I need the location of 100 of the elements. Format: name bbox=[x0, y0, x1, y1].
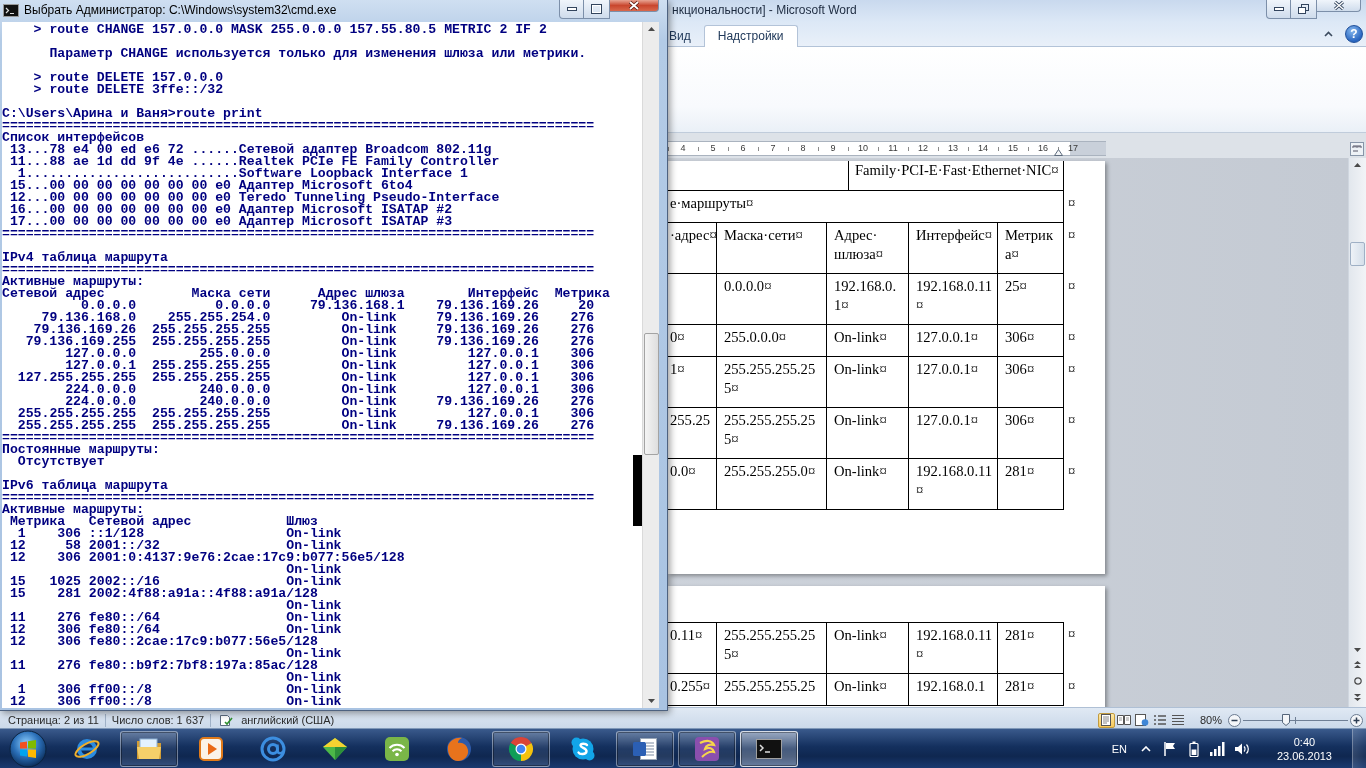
vertical-scrollbar[interactable] bbox=[1348, 158, 1366, 707]
ribbon-tab[interactable]: Надстройки bbox=[703, 25, 798, 47]
show-desktop-button[interactable] bbox=[1352, 729, 1366, 768]
view-button[interactable] bbox=[1169, 712, 1187, 728]
view-button[interactable] bbox=[1151, 712, 1169, 728]
maximize-button[interactable] bbox=[584, 0, 610, 19]
language-indicator[interactable]: английский (США) bbox=[235, 713, 341, 727]
window-title: нкциональности] - Microsoft Word bbox=[672, 2, 857, 19]
lines-icon bbox=[1171, 714, 1186, 726]
speaker-icon[interactable] bbox=[1233, 741, 1250, 756]
console-line: 1 306 ::1/128 On-link bbox=[17, 528, 342, 540]
up-arrow-icon[interactable] bbox=[647, 27, 655, 31]
console-line: =========================================================================== bbox=[2, 228, 595, 240]
console-line: Список интерфейсов bbox=[2, 132, 145, 144]
ruler-icon[interactable] bbox=[1350, 142, 1364, 156]
ruler-number: 11 bbox=[888, 142, 898, 155]
end-of-row-mark: ¤ bbox=[1067, 226, 1076, 245]
circle-icon[interactable] bbox=[1353, 677, 1362, 685]
ruler-number: 14 bbox=[978, 142, 988, 155]
clock-button[interactable]: 0:40 23.06.2013 bbox=[1272, 732, 1336, 765]
console-line: Постоянные маршруты: bbox=[2, 444, 160, 456]
console-line: 11 276 fe80::/64 On-link bbox=[9, 612, 342, 624]
ruler-number: 6 bbox=[740, 142, 746, 155]
view-button[interactable] bbox=[1133, 712, 1151, 728]
end-of-row-mark: ¤ bbox=[1067, 360, 1076, 379]
table-cell: 0.0.0.0¤ bbox=[717, 274, 827, 325]
taskbar-button[interactable] bbox=[740, 730, 798, 767]
book-check-icon[interactable] bbox=[219, 714, 234, 726]
console-line: 15...00 00 00 00 00 00 00 e0 Адаптер Microsoft 6to4 bbox=[9, 180, 413, 192]
minimize-button[interactable] bbox=[1266, 0, 1291, 19]
signal-bars-icon[interactable] bbox=[1210, 741, 1226, 756]
scroll-thumb[interactable] bbox=[1350, 242, 1365, 266]
table-cell: Метрика¤ bbox=[998, 223, 1064, 274]
taskbar-button[interactable] bbox=[616, 730, 674, 767]
triangle-marker-icon[interactable] bbox=[1054, 149, 1063, 156]
zoom-out-icon[interactable] bbox=[1228, 713, 1241, 727]
taskbar-button[interactable] bbox=[678, 730, 736, 767]
at-sign-icon[interactable] bbox=[259, 734, 287, 763]
end-of-row-mark: ¤ bbox=[1067, 194, 1076, 213]
table-cell: 192.168.0.11¤ bbox=[909, 622, 998, 674]
table-cell: On-link¤ bbox=[827, 459, 909, 510]
console-line: 12 306 fe80::2cae:17c9:b077:56e5/128 bbox=[9, 636, 318, 648]
view-button[interactable] bbox=[1115, 712, 1133, 728]
console-line: 224.0.0.0 240.0.0.0 On-link 127.0.0.1 306 bbox=[65, 384, 595, 396]
segmented-circle-icon bbox=[507, 734, 535, 763]
minimize-button[interactable] bbox=[559, 0, 584, 19]
list-icon bbox=[1153, 714, 1168, 726]
battery-icon[interactable] bbox=[1188, 740, 1199, 757]
down-arrow-icon[interactable] bbox=[647, 699, 655, 703]
play-icon[interactable] bbox=[197, 734, 225, 763]
console-line: =========================================================================== bbox=[2, 264, 595, 276]
chevron-up-icon[interactable] bbox=[1324, 31, 1333, 37]
double-down-arrow-icon[interactable] bbox=[1354, 694, 1361, 701]
flag-orb-icon[interactable] bbox=[9, 729, 47, 768]
flag-icon[interactable] bbox=[1163, 741, 1177, 756]
ruler-number: 12 bbox=[918, 142, 928, 155]
end-of-row-mark: ¤ bbox=[1067, 625, 1076, 644]
restore-icon bbox=[1298, 4, 1309, 14]
zoom-level[interactable]: 80% bbox=[1199, 713, 1222, 727]
close-button[interactable] bbox=[1317, 0, 1361, 12]
fox-globe-icon[interactable] bbox=[445, 734, 473, 763]
view-button[interactable] bbox=[1097, 712, 1115, 728]
double-up-arrow-icon[interactable] bbox=[1354, 661, 1361, 668]
close-button[interactable] bbox=[610, 0, 659, 12]
console-line: 255.255.255.255 255.255.255.255 On-link 127.0.0.1 306 bbox=[17, 408, 595, 420]
table-cell: Family·PCI-E·Fast·Ethernet·NIC¤ bbox=[849, 161, 1064, 191]
table-cell: 306¤ bbox=[998, 357, 1064, 408]
scroll-thumb[interactable] bbox=[643, 333, 659, 455]
table-cell: 127.0.0.1¤ bbox=[909, 357, 998, 408]
ruler-number: 7 bbox=[770, 142, 776, 155]
word-count[interactable]: Число слов: 1 637 bbox=[105, 713, 211, 727]
table-cell: 255.255.255.0¤ bbox=[717, 459, 827, 510]
table-cell: 255.255.255.255¤ bbox=[717, 357, 827, 408]
console-line: 255.255.255.255 255.255.255.255 On-link 79.136.169.26 276 bbox=[17, 420, 595, 432]
table-cell: 281¤ bbox=[998, 622, 1064, 674]
console-line: 1...........................Software Loopback Interface 1 bbox=[17, 168, 468, 180]
restore-button[interactable] bbox=[1291, 0, 1317, 19]
wifi-icon[interactable] bbox=[383, 734, 411, 763]
slider-thumb[interactable] bbox=[1282, 714, 1291, 726]
up-arrow-icon[interactable] bbox=[1354, 163, 1361, 167]
console-line: 17...00 00 00 00 00 00 00 e0 Адаптер Microsoft ISATAP #3 bbox=[9, 216, 453, 228]
terminal-icon[interactable] bbox=[3, 4, 19, 17]
zoom-in-icon[interactable] bbox=[1350, 713, 1363, 727]
table-cell: 255.0.0.0¤ bbox=[717, 325, 827, 357]
ruler-number: 17 bbox=[1068, 142, 1078, 155]
console-line: On-link bbox=[286, 672, 342, 684]
page-indicator[interactable]: Страница: 2 из 11 bbox=[2, 713, 105, 727]
console-line: Отсутствует bbox=[17, 456, 105, 468]
language-indicator[interactable]: EN bbox=[1111, 742, 1127, 755]
ruler-number: 15 bbox=[1008, 142, 1018, 155]
console-line: 12 306 fe80::/64 On-link bbox=[9, 624, 342, 636]
taskbar-button[interactable] bbox=[492, 730, 550, 767]
vertical-scrollbar[interactable] bbox=[642, 22, 659, 708]
down-arrow-icon[interactable] bbox=[1354, 648, 1361, 652]
console-line: 13...78 e4 00 ed e6 72 ......Сетевой адаптер Broadcom 802.11g bbox=[9, 144, 492, 156]
console-line: 127.0.0.0 255.0.0.0 On-link 127.0.0.1 306 bbox=[65, 348, 595, 360]
zoom-slider[interactable] bbox=[1243, 714, 1348, 726]
taskbar-button[interactable] bbox=[120, 730, 178, 767]
ribbon-tab[interactable]: Вид bbox=[668, 25, 704, 47]
window-title: Выбрать Администратор: C:\Windows\system32\cmd.exe bbox=[24, 2, 337, 19]
